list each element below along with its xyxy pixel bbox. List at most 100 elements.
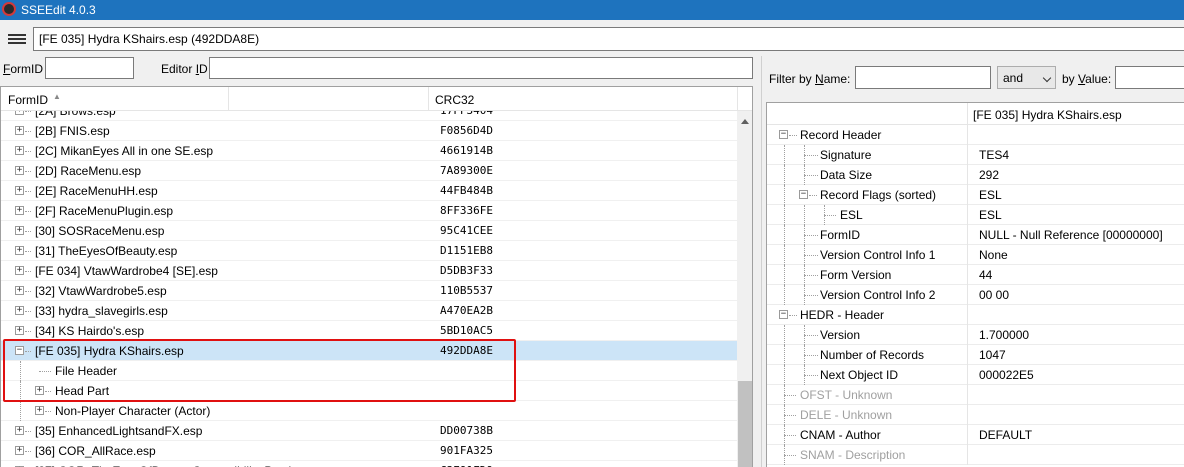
tree-row-crc: 492DDA8E	[440, 344, 493, 357]
tree-row-crc: 44FB484B	[440, 184, 493, 197]
tree-row-crc: 7A89300E	[440, 164, 493, 177]
record-field-name: Next Object ID	[820, 368, 899, 382]
expand-icon[interactable]: +	[15, 326, 24, 335]
formid-search-input[interactable]	[45, 57, 134, 79]
record-field-value[interactable]: 1.700000	[979, 328, 1029, 342]
filter-row: Filter by Name: and by Value:	[762, 56, 1184, 96]
record-field-row[interactable]: − Record Header	[767, 125, 1184, 145]
scroll-up-icon[interactable]	[741, 119, 749, 124]
plugin-row[interactable]: + [31] TheEyesOfBeauty.esp D1151EB8	[1, 241, 737, 261]
plugin-row[interactable]: + [36] COR_AllRace.esp 901FA325	[1, 441, 737, 461]
collapse-icon[interactable]: −	[15, 346, 24, 355]
scrollbar-thumb[interactable]	[738, 381, 752, 467]
record-field-row[interactable]: Version Control Info 2 00 00	[767, 285, 1184, 305]
expand-icon[interactable]: +	[15, 266, 24, 275]
tree-child-row[interactable]: + Non-Player Character (Actor)	[1, 401, 737, 421]
current-record-field[interactable]: [FE 035] Hydra KShairs.esp (492DDA8E)	[33, 27, 1184, 51]
record-field-row[interactable]: Next Object ID 000022E5	[767, 365, 1184, 385]
expand-icon[interactable]: +	[15, 126, 24, 135]
plugin-row[interactable]: + [33] hydra_slavegirls.esp A470EA2B	[1, 301, 737, 321]
expand-icon[interactable]: +	[15, 246, 24, 255]
plugin-tree: + [2A] Brows.esp 17FF3404 + [2B] FNIS.esp F08…	[1, 111, 737, 467]
record-field-row[interactable]: CNAM - Author DEFAULT	[767, 425, 1184, 445]
tree-row-label: [34] KS Hairdo's.esp	[35, 324, 145, 338]
expand-icon[interactable]: +	[35, 386, 44, 395]
record-field-row[interactable]: Version Control Info 1 None	[767, 245, 1184, 265]
record-field-row[interactable]: OFST - Unknown	[767, 385, 1184, 405]
record-field-value[interactable]: TES4	[979, 148, 1009, 162]
record-field-value[interactable]: NULL - Null Reference [00000000]	[979, 228, 1163, 242]
record-field-row[interactable]: − Record Flags (sorted) ESL	[767, 185, 1184, 205]
plugin-row[interactable]: + [2D] RaceMenu.esp 7A89300E	[1, 161, 737, 181]
record-field-row[interactable]: FormID NULL - Null Reference [00000000]	[767, 225, 1184, 245]
tree-child-row[interactable]: File Header	[1, 361, 737, 381]
record-field-row[interactable]: Number of Records 1047	[767, 345, 1184, 365]
filter-operator-select[interactable]: and	[997, 66, 1056, 89]
tree-row-crc: 95C41CEE	[440, 224, 493, 237]
plugin-row[interactable]: + [30] SOSRaceMenu.esp 95C41CEE	[1, 221, 737, 241]
tree-row-crc: D5DB3F33	[440, 264, 493, 277]
record-field-row[interactable]: SNAM - Description	[767, 445, 1184, 465]
sort-ascending-icon: ▲	[53, 92, 61, 101]
plugin-row[interactable]: + [2E] RaceMenuHH.esp 44FB484B	[1, 181, 737, 201]
tree-row-label: [35] EnhancedLightsandFX.esp	[35, 424, 203, 438]
collapse-icon[interactable]: −	[779, 130, 788, 139]
record-field-row[interactable]: Form Version 44	[767, 265, 1184, 285]
expand-icon[interactable]: +	[15, 166, 24, 175]
record-field-row[interactable]: Signature TES4	[767, 145, 1184, 165]
record-field-value[interactable]: ESL	[979, 188, 1002, 202]
record-field-row[interactable]: DELE - Unknown	[767, 405, 1184, 425]
plugin-row[interactable]: + [32] VtawWardrobe5.esp 110B5537	[1, 281, 737, 301]
panel-splitter[interactable]	[753, 56, 761, 467]
plugin-row[interactable]: + [34] KS Hairdo's.esp 5BD10AC5	[1, 321, 737, 341]
expand-icon[interactable]: +	[15, 286, 24, 295]
expand-icon[interactable]: +	[15, 111, 24, 115]
record-field-value[interactable]: DEFAULT	[979, 428, 1032, 442]
record-field-row[interactable]: Data Size 292	[767, 165, 1184, 185]
expand-icon[interactable]: +	[35, 406, 44, 415]
column-header-crc32[interactable]: CRC32	[428, 87, 737, 111]
filter-by-value-label: by Value:	[1062, 72, 1112, 86]
plugin-row[interactable]: + [2C] MikanEyes All in one SE.esp 4661914…	[1, 141, 737, 161]
expand-icon[interactable]: +	[15, 426, 24, 435]
tree-scrollbar[interactable]	[737, 111, 752, 467]
menu-icon[interactable]	[8, 34, 26, 44]
tree-row-label: Head Part	[55, 384, 110, 398]
expand-icon[interactable]: +	[15, 306, 24, 315]
collapse-icon[interactable]: −	[799, 190, 808, 199]
record-field-value[interactable]: 292	[979, 168, 999, 182]
tree-row-crc: 17FF3404	[440, 111, 493, 117]
record-field-row[interactable]: ESL ESL	[767, 205, 1184, 225]
plugin-row[interactable]: + [2A] Brows.esp 17FF3404	[1, 111, 737, 121]
record-field-row[interactable]: − HEDR - Header	[767, 305, 1184, 325]
expand-icon[interactable]: +	[15, 186, 24, 195]
column-header-formid[interactable]: FormID ▲	[1, 87, 229, 111]
app-icon[interactable]	[2, 2, 16, 16]
expand-icon[interactable]: +	[15, 226, 24, 235]
record-field-value[interactable]: ESL	[979, 208, 1002, 222]
plugin-row[interactable]: + [35] EnhancedLightsandFX.esp DD00738B	[1, 421, 737, 441]
record-field-name: Form Version	[820, 268, 892, 282]
expand-icon[interactable]: +	[15, 206, 24, 215]
record-field-row[interactable]: Version 1.700000	[767, 325, 1184, 345]
expand-icon[interactable]: +	[15, 446, 24, 455]
chevron-down-icon	[1042, 73, 1052, 83]
collapse-icon[interactable]: −	[779, 310, 788, 319]
plugin-row[interactable]: + [2F] RaceMenuPlugin.esp 8FF336FE	[1, 201, 737, 221]
plugin-row[interactable]: + [FE 034] VtawWardrobe4 [SE].esp D5DB3F33	[1, 261, 737, 281]
record-field-value[interactable]: 1047	[979, 348, 1006, 362]
plugin-row[interactable]: − [FE 035] Hydra KShairs.esp 492DDA8E	[1, 341, 737, 361]
tree-row-label: [33] hydra_slavegirls.esp	[35, 304, 168, 318]
record-field-value[interactable]: 000022E5	[979, 368, 1034, 382]
expand-icon[interactable]: +	[15, 146, 24, 155]
record-field-value[interactable]: 44	[979, 268, 992, 282]
tree-child-row[interactable]: + Head Part	[1, 381, 737, 401]
plugin-row[interactable]: +[37] COR_TheEyesOfBeauty Compatibility …	[1, 461, 737, 467]
filter-name-input[interactable]	[855, 66, 991, 89]
editorid-search-input[interactable]	[209, 57, 753, 79]
record-field-value[interactable]: 00 00	[979, 288, 1009, 302]
tree-row-label: [30] SOSRaceMenu.esp	[35, 224, 165, 238]
filter-value-input[interactable]	[1115, 66, 1184, 89]
plugin-row[interactable]: + [2B] FNIS.esp F0856D4D	[1, 121, 737, 141]
record-field-value[interactable]: None	[979, 248, 1008, 262]
